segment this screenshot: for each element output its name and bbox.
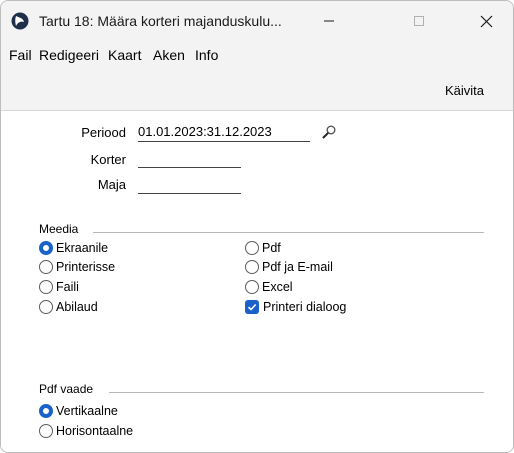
toolbar: Käivita (1, 69, 513, 111)
app-logo-icon (11, 12, 29, 30)
radio-pdf[interactable]: Pdf (245, 240, 281, 256)
radio-excel[interactable]: Excel (245, 279, 293, 295)
radio-label: Faili (56, 280, 79, 294)
close-icon (480, 15, 492, 27)
periood-label: Periood (81, 125, 126, 140)
checkbox-checked (245, 300, 259, 314)
radio-pdf-ja-email[interactable]: Pdf ja E-mail (245, 259, 333, 275)
radio-vertikaalne[interactable]: Vertikaalne (39, 403, 118, 419)
menu-item-fail[interactable]: Fail (9, 47, 32, 63)
report-window: Tartu 18: Määra korteri majanduskulu... … (0, 0, 514, 453)
radio-button (39, 424, 53, 438)
radio-button (39, 260, 53, 274)
radio-button (39, 280, 53, 294)
minimize-button[interactable] (306, 1, 352, 41)
radio-button (39, 300, 53, 314)
meedia-divider (93, 232, 484, 233)
radio-label: Horisontaalne (56, 424, 134, 438)
radio-button (245, 280, 259, 294)
radio-label: Ekraanile (56, 241, 109, 255)
radio-printerisse[interactable]: Printerisse (39, 259, 115, 275)
checkbox-label: Printeri dialoog (263, 300, 347, 314)
radio-label: Abilaud (56, 300, 98, 314)
pdf-vaade-heading: Pdf vaade (39, 382, 94, 396)
radio-button-selected (39, 404, 53, 418)
radio-faili[interactable]: Faili (39, 279, 79, 295)
periood-value: 01.01.2023:31.12.2023 (138, 124, 272, 139)
maximize-button[interactable] (396, 1, 442, 41)
radio-ekraanile[interactable]: Ekraanile (39, 240, 108, 256)
menu-bar: Fail Redigeeri Kaart Aken Info (1, 41, 513, 69)
window-title: Tartu 18: Määra korteri majanduskulu... (39, 13, 282, 29)
title-bar[interactable]: Tartu 18: Määra korteri majanduskulu... (1, 1, 513, 41)
menu-item-info[interactable]: Info (195, 47, 218, 63)
search-icon[interactable] (321, 124, 337, 140)
menu-item-redigeeri[interactable]: Redigeeri (39, 47, 99, 63)
close-button[interactable] (463, 1, 509, 41)
minimize-icon (324, 20, 334, 22)
korter-label: Korter (90, 152, 126, 167)
form-area: Periood 01.01.2023:31.12.2023 Korter Maj… (1, 112, 513, 452)
korter-field[interactable] (138, 150, 241, 168)
checkmark-icon (247, 303, 257, 311)
meedia-heading: Meedia (39, 222, 79, 236)
radio-abilaud[interactable]: Abilaud (39, 299, 98, 315)
maximize-icon (414, 16, 424, 26)
maja-field[interactable] (138, 176, 241, 194)
menu-item-aken[interactable]: Aken (153, 47, 185, 63)
radio-button (245, 241, 259, 255)
radio-label: Printerisse (56, 260, 116, 274)
printer-dialog-checkbox[interactable]: Printeri dialoog (245, 299, 346, 315)
pdf-vaade-divider (109, 392, 484, 393)
radio-label: Vertikaalne (56, 404, 118, 418)
maja-label: Maja (97, 177, 126, 192)
menu-item-kaart[interactable]: Kaart (108, 47, 141, 63)
radio-horisontaalne[interactable]: Horisontaalne (39, 423, 133, 439)
periood-field[interactable]: 01.01.2023:31.12.2023 (138, 124, 310, 142)
radio-button-selected (39, 241, 53, 255)
radio-button (245, 260, 259, 274)
radio-label: Excel (262, 280, 293, 294)
radio-label: Pdf (262, 241, 281, 255)
run-button[interactable]: Käivita (445, 83, 484, 98)
radio-label: Pdf ja E-mail (262, 260, 333, 274)
